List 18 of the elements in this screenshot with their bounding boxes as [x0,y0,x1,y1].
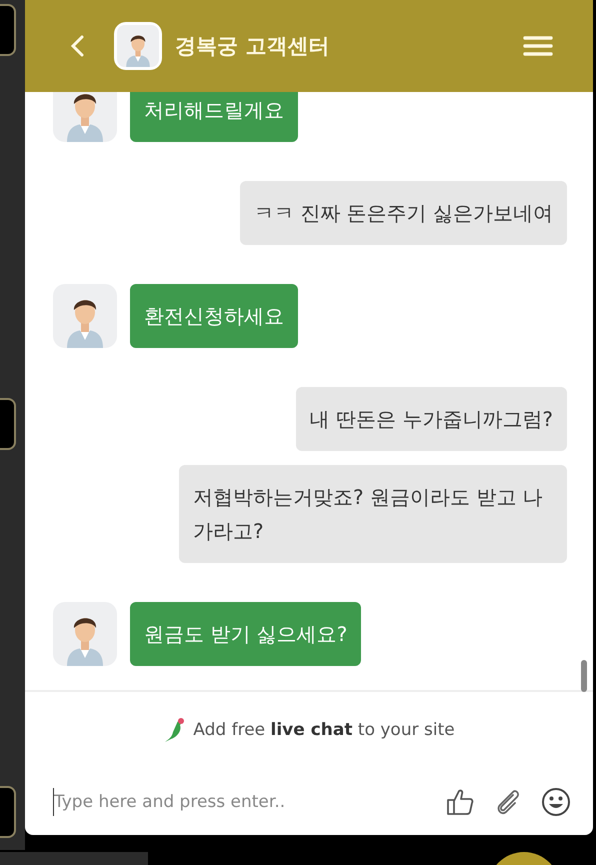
chat-title: 경복궁 고객센터 [175,33,330,60]
agent-avatar [117,25,159,67]
agent-message: 환전신청하세요 [130,284,298,348]
visitor-message: 내 딴돈은 누가줍니까그럼? [296,387,567,451]
parrot-logo-icon [163,717,186,743]
scrollbar[interactable] [581,660,587,692]
agent-avatar [53,92,117,142]
agent-avatar [53,284,117,348]
visitor-message: 저협박하는거맞죠? 원금이라도 받고 나가라고? [179,465,567,563]
smiley-icon[interactable] [541,786,571,816]
thumbs-up-icon[interactable] [445,786,475,816]
menu-icon[interactable] [523,35,553,57]
agent-avatar [53,602,117,666]
agent-message: 처리해드릴게요 [130,92,298,142]
back-icon[interactable] [70,35,84,57]
branding-link[interactable]: Add free live chat to your site [193,720,455,740]
agent-message: 원금도 받기 싫으세요? [130,602,362,666]
visitor-message: ㅋㅋ 진짜 돈은주기 싫은가보네여 [240,181,567,245]
